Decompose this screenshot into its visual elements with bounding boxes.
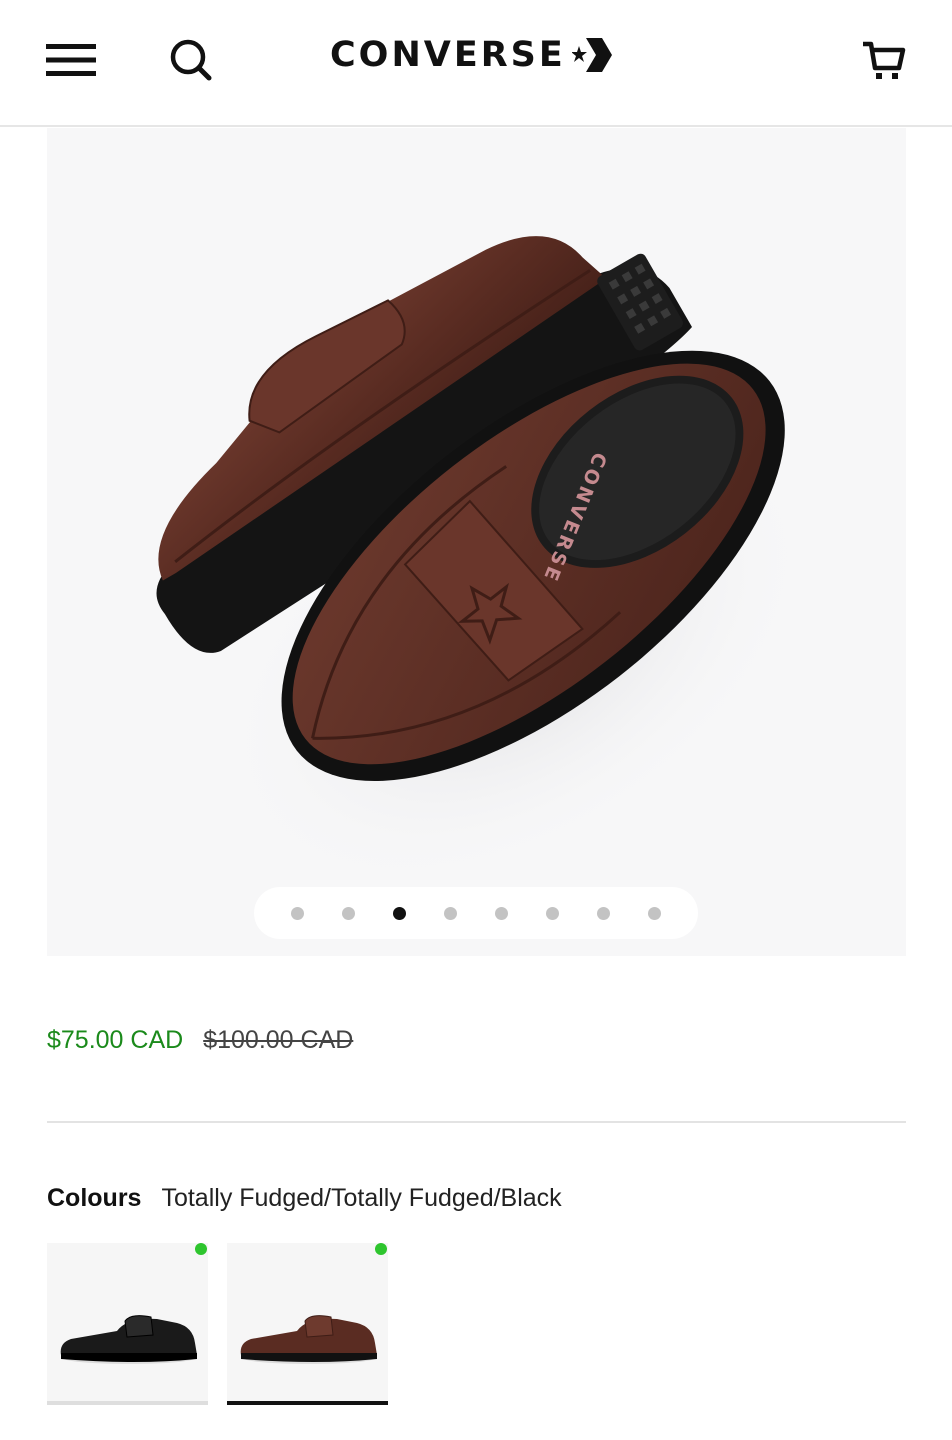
menu-button[interactable] [40, 34, 104, 86]
hamburger-menu-icon [46, 44, 96, 76]
gallery-dot-7[interactable] [578, 887, 629, 939]
search-button[interactable] [160, 32, 222, 88]
site-header: CONVERSE [0, 0, 952, 127]
price-row: $75.00 CAD $100.00 CAD [47, 1026, 353, 1055]
black-loafer-thumbnail-icon [60, 1315, 197, 1364]
gallery-dot-6[interactable] [527, 887, 578, 939]
dot-marker [393, 906, 406, 920]
sale-price: $75.00 CAD [47, 1026, 184, 1054]
dot-marker [597, 906, 610, 920]
dot-marker [648, 906, 661, 920]
colours-header: Colours Totally Fudged/Totally Fudged/Bl… [47, 1184, 562, 1213]
dot-marker [342, 906, 355, 920]
gallery-dot-2[interactable] [323, 887, 374, 939]
selected-colour-name: Totally Fudged/Totally Fudged/Black [161, 1184, 562, 1212]
original-price: $100.00 CAD [203, 1026, 354, 1054]
gallery-dot-4[interactable] [425, 887, 476, 939]
brown-loafer-pair-image[interactable]: CONVERSE [47, 128, 906, 956]
gallery-pagination [254, 887, 698, 939]
colour-swatch-black[interactable] [47, 1243, 208, 1405]
cart-button[interactable] [852, 32, 916, 90]
gallery-dot-8[interactable] [629, 887, 680, 939]
gallery-dot-1[interactable] [272, 887, 323, 939]
product-gallery[interactable]: CONVERSE [47, 128, 906, 956]
converse-logo[interactable]: CONVERSE [330, 30, 630, 80]
availability-dot [375, 1243, 387, 1255]
colour-swatch-brown[interactable] [227, 1243, 388, 1405]
dot-marker [546, 906, 559, 920]
cart-icon [863, 41, 906, 79]
gallery-dot-5[interactable] [476, 887, 527, 939]
divider [47, 1121, 906, 1123]
gallery-dot-3[interactable] [374, 887, 425, 939]
dot-marker [444, 906, 457, 920]
dot-marker [291, 906, 304, 920]
star-chevron-logo-icon [571, 38, 612, 72]
colours-label: Colours [47, 1184, 142, 1212]
availability-dot [195, 1243, 207, 1255]
colour-swatches [47, 1243, 388, 1405]
brown-loafer-thumbnail-icon [240, 1315, 377, 1364]
dot-marker [495, 906, 508, 920]
brand-name: CONVERSE [330, 35, 566, 75]
search-icon [170, 39, 212, 81]
